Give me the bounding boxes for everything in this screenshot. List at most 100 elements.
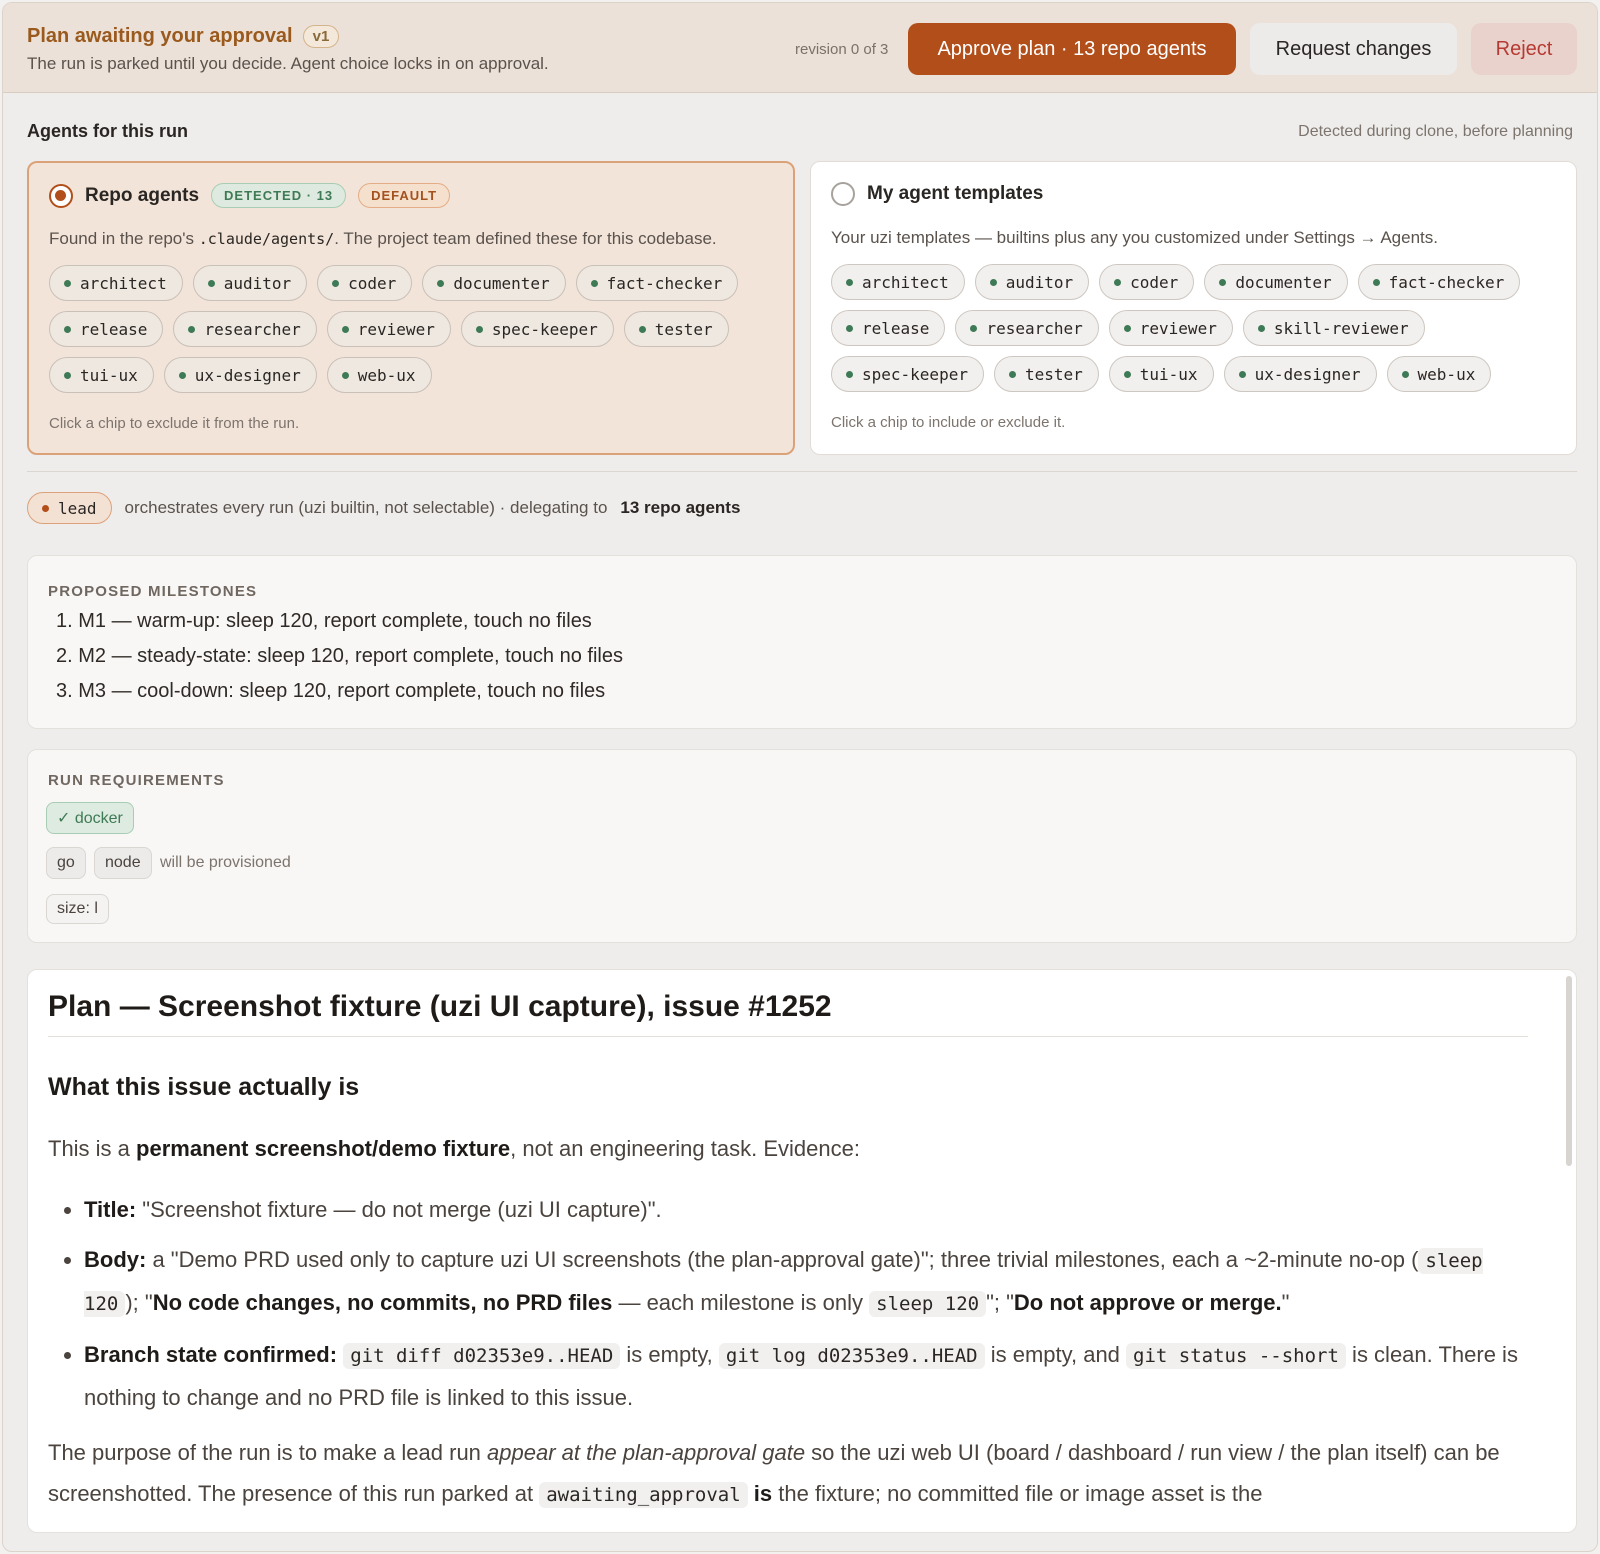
evidence-branch: Branch state confirmed: git diff d02353e… — [84, 1334, 1528, 1418]
status-dot-icon — [64, 325, 71, 333]
text: "; " — [986, 1290, 1014, 1315]
status-dot-icon — [638, 325, 646, 333]
status-dot-icon — [1372, 278, 1380, 286]
status-dot-icon — [1401, 370, 1409, 378]
agent-chip-ux-designer[interactable]: ux-designer — [1223, 356, 1377, 392]
agent-chip-label: release — [80, 319, 148, 339]
status-dot-icon — [970, 324, 978, 332]
status-dot-icon — [590, 279, 598, 287]
plan-scrollbar[interactable] — [1566, 976, 1572, 1166]
status-dot-icon — [42, 504, 49, 512]
agent-chip-tui-ux[interactable]: tui-ux — [1108, 356, 1214, 392]
agent-chip-architect[interactable]: architect — [831, 264, 965, 300]
text: is empty, — [620, 1342, 719, 1367]
template-agent-chips: architect auditor coder documenter fact-chec… — [831, 264, 1561, 392]
text: — each milestone is only — [612, 1290, 870, 1315]
default-badge: DEFAULT — [358, 183, 451, 208]
app-window: Plan awaiting your approval v1 The run i… — [2, 2, 1598, 1552]
status-dot-icon — [846, 324, 853, 332]
agent-chip-label: coder — [1130, 272, 1179, 292]
agent-templates-hint: Click a chip to include or exclude it. — [831, 414, 1066, 431]
agent-chip-fact-checker[interactable]: fact-checker — [1357, 264, 1521, 300]
agent-templates-card[interactable]: My agent templates Your uzi templates — … — [810, 161, 1577, 455]
lead-description: orchestrates every run (uzi builtin, not… — [124, 498, 608, 517]
agent-chip-label: documenter — [1235, 272, 1332, 292]
agent-chip-tester[interactable]: tester — [993, 356, 1099, 392]
agent-chip-spec-keeper[interactable]: spec-keeper — [460, 311, 614, 347]
agent-chip-web-ux[interactable]: web-ux — [326, 357, 432, 393]
detected-badge: DETECTED · 13 — [211, 183, 347, 208]
agent-templates-name: My agent templates — [867, 183, 1044, 204]
milestones-panel: PROPOSED MILESTONES 1. M1 — warm-up: sle… — [27, 555, 1577, 729]
status-dot-icon — [188, 325, 196, 333]
status-dot-icon — [1238, 370, 1246, 378]
status-dot-icon — [437, 279, 445, 287]
plan-intro: This is a permanent screenshot/demo fixt… — [48, 1128, 1528, 1169]
agent-chip-researcher[interactable]: researcher — [173, 311, 317, 347]
plan-title: Plan — Screenshot fixture (uzi UI captur… — [48, 990, 1528, 1037]
agents-path: .claude/agents/ — [198, 230, 335, 248]
agent-chip-ux-designer[interactable]: ux-designer — [163, 357, 317, 393]
agent-chip-fact-checker[interactable]: fact-checker — [575, 265, 739, 301]
bold-text: Branch state confirmed: — [84, 1342, 338, 1367]
status-dot-icon — [1257, 324, 1265, 332]
agent-chip-coder[interactable]: coder — [1099, 264, 1195, 300]
agent-chip-web-ux[interactable]: web-ux — [1386, 356, 1492, 392]
agent-chip-tui-ux[interactable]: tui-ux — [49, 357, 154, 393]
requirements-panel: RUN REQUIREMENTS ✓ docker go node will b… — [27, 749, 1577, 943]
reject-button[interactable]: Reject — [1471, 23, 1577, 75]
plan-section-heading: What this issue actually is — [48, 1073, 360, 1101]
agent-chip-architect[interactable]: architect — [49, 265, 183, 301]
agent-chip-researcher[interactable]: researcher — [955, 310, 1099, 346]
agent-chip-documenter[interactable]: documenter — [422, 265, 566, 301]
requirement-docker-ok: ✓ docker — [46, 802, 134, 834]
text: " — [1281, 1290, 1290, 1315]
agent-chip-spec-keeper[interactable]: spec-keeper — [831, 356, 984, 392]
requirements-label: RUN REQUIREMENTS — [48, 772, 225, 789]
agent-chip-coder[interactable]: coder — [317, 265, 413, 301]
inline-code: awaiting_approval — [539, 1482, 748, 1508]
repo-agents-radio[interactable] — [49, 183, 73, 208]
agent-chip-label: spec-keeper — [862, 364, 968, 384]
agent-chip-label: reviewer — [1139, 318, 1217, 338]
agent-chip-reviewer[interactable]: reviewer — [1108, 310, 1233, 346]
agent-chip-label: architect — [862, 272, 949, 292]
agent-chip-tester[interactable]: tester — [623, 311, 729, 347]
agent-chip-label: tui-ux — [80, 365, 138, 385]
agent-chip-reviewer[interactable]: reviewer — [326, 311, 451, 347]
agent-templates-radio[interactable] — [831, 182, 855, 206]
plan-document[interactable]: Plan — Screenshot fixture (uzi UI captur… — [27, 969, 1577, 1533]
agent-chip-release[interactable]: release — [831, 310, 946, 346]
text: The purpose of the run is to make a lead… — [48, 1440, 488, 1465]
agent-chip-skill-reviewer[interactable]: skill-reviewer — [1242, 310, 1425, 346]
agent-chip-label: coder — [348, 273, 397, 293]
revision-counter: revision 0 of 3 — [795, 41, 889, 58]
plan-content: Plan — Screenshot fixture (uzi UI captur… — [48, 990, 1528, 1516]
status-dot-icon — [1123, 324, 1131, 332]
lead-chip-label: lead — [58, 498, 97, 518]
approve-plan-button[interactable]: Approve plan · 13 repo agents — [908, 23, 1236, 75]
agent-chip-label: fact-checker — [1388, 272, 1505, 292]
repo-agents-card[interactable]: Repo agents DETECTED · 13 DEFAULT Found … — [27, 161, 795, 455]
agent-chip-label: web-ux — [357, 365, 416, 385]
page-title: Plan awaiting your approval — [27, 25, 293, 47]
agent-chip-auditor[interactable]: auditor — [192, 265, 308, 301]
request-changes-button[interactable]: Request changes — [1250, 23, 1457, 75]
agent-chip-auditor[interactable]: auditor — [974, 264, 1090, 300]
agent-chip-documenter[interactable]: documenter — [1204, 264, 1348, 300]
text: "Screenshot fixture — do not merge (uzi … — [136, 1197, 662, 1222]
agent-chip-label: tester — [1024, 364, 1083, 384]
bold-text: No code changes, no commits, no PRD file… — [152, 1290, 613, 1315]
text: This is a — [48, 1136, 137, 1161]
agent-chip-label: web-ux — [1417, 364, 1476, 384]
bold-text: permanent screenshot/demo fixture — [136, 1136, 511, 1161]
repo-agents-hint: Click a chip to exclude it from the run. — [49, 415, 300, 432]
version-badge: v1 — [302, 25, 340, 48]
status-dot-icon — [1008, 370, 1016, 378]
agent-chip-release[interactable]: release — [49, 311, 164, 347]
evidence-title: Title: "Screenshot fixture — do not merg… — [84, 1189, 1528, 1230]
agent-chip-label: reviewer — [357, 319, 435, 339]
requirement-node: node — [94, 847, 152, 879]
agent-templates-description: Your uzi templates — builtins plus any y… — [831, 228, 1438, 247]
inline-code: git log d02353e9..HEAD — [718, 1343, 985, 1369]
